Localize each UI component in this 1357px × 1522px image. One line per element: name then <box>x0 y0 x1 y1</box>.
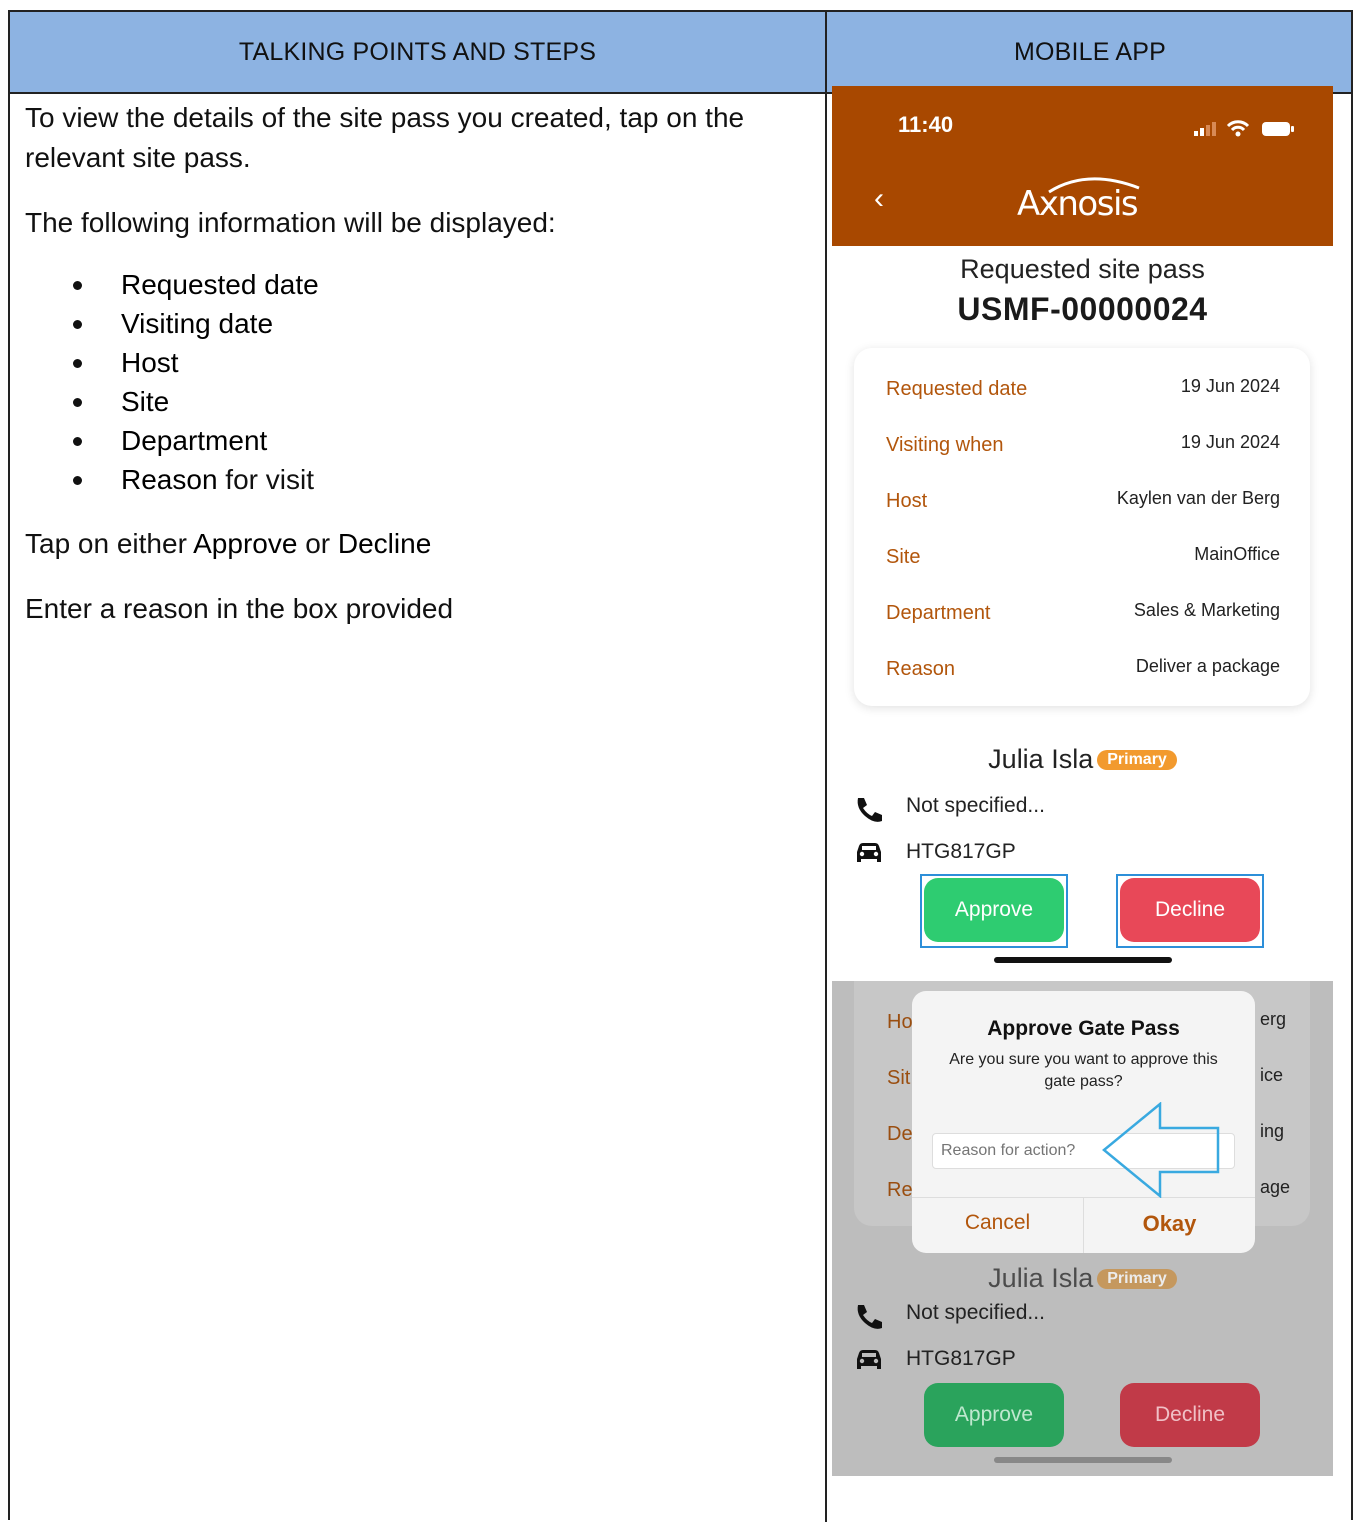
header-mobile-app: MOBILE APP <box>1013 37 1167 66</box>
mobile-app-screenshot: 11:40 ‹ Axnosis Requested site pass USMF… <box>832 86 1333 1476</box>
list-item: Visiting date <box>73 304 815 343</box>
vehicle-value: HTG817GP <box>906 1347 1016 1370</box>
dimmed-approve-button: Approve <box>924 1383 1064 1447</box>
primary-badge: Primary <box>1097 1269 1177 1289</box>
pass-id: USMF-00000024 <box>957 291 1208 327</box>
phone-value: Not specified... <box>906 794 1045 817</box>
dimmed-value: ice <box>1260 1065 1284 1085</box>
detail-value: Kaylen van der Berg <box>1116 488 1280 508</box>
car-icon <box>857 843 881 862</box>
visitor-name: Julia Isla <box>988 744 1094 774</box>
visitor-name: Julia Isla <box>988 1263 1094 1293</box>
axnosis-logo: Axnosis <box>1017 177 1152 230</box>
detail-label: Visiting when <box>886 434 1004 456</box>
following-text: The following information will be displa… <box>25 207 556 238</box>
detail-row: Host Kaylen van der Berg <box>886 488 1280 520</box>
detail-row: Department Sales & Marketing <box>886 600 1280 632</box>
detail-label: Host <box>886 490 928 512</box>
detail-row: Reason Deliver a package <box>886 656 1280 688</box>
home-indicator <box>994 1457 1172 1463</box>
app-header: 11:40 ‹ Axnosis <box>832 86 1333 246</box>
enter-reason-text: Enter a reason in the box provided <box>25 593 454 624</box>
approve-button[interactable]: Approve <box>924 878 1064 942</box>
screen-title: Requested site pass <box>960 254 1205 284</box>
dimmed-label: Sit <box>887 1067 911 1089</box>
dimmed-value: ing <box>1260 1121 1285 1141</box>
dimmed-value: age <box>1260 1177 1291 1197</box>
detail-label: Department <box>886 602 991 624</box>
header-talking-points: TALKING POINTS AND STEPS <box>238 37 597 66</box>
phone-value: Not specified... <box>906 1301 1045 1324</box>
list-item: Host <box>73 343 815 382</box>
status-icons <box>1194 120 1294 137</box>
detail-label: Reason <box>886 658 955 680</box>
talking-points-cell: To view the details of the site pass you… <box>25 98 815 629</box>
phone-icon <box>857 798 882 822</box>
dimmed-label: Re <box>887 1179 913 1201</box>
info-list: Requested date Visiting date Host Site D… <box>25 265 815 499</box>
intro-text: To view the details of the site pass you… <box>25 102 745 173</box>
status-time: 11:40 <box>898 112 954 137</box>
dimmed-decline-button: Decline <box>1120 1383 1260 1447</box>
detail-label: Site <box>886 546 921 568</box>
detail-value: 19 Jun 2024 <box>1180 376 1280 396</box>
detail-value: 19 Jun 2024 <box>1180 432 1280 452</box>
list-item: Site <box>73 382 815 421</box>
list-item: Department <box>73 421 815 460</box>
column-divider <box>825 12 827 1522</box>
table-header-row: TALKING POINTS AND STEPS MOBILE APP <box>10 12 1351 94</box>
back-icon[interactable]: ‹ <box>874 182 884 216</box>
dimmed-label: De <box>887 1123 913 1145</box>
dialog-message: Are you sure you want to approve this ga… <box>949 1051 1218 1090</box>
dialog-title: Approve Gate Pass <box>987 1017 1180 1040</box>
home-indicator <box>994 957 1172 963</box>
detail-row: Site MainOffice <box>886 544 1280 576</box>
car-icon <box>857 1350 881 1369</box>
list-item: Requested date <box>73 265 815 304</box>
okay-button[interactable]: Okay <box>1084 1211 1255 1237</box>
decline-button[interactable]: Decline <box>1120 878 1260 942</box>
detail-value: Sales & Marketing <box>1133 600 1280 620</box>
visitor-name-row: Julia Isla Primary <box>832 744 1333 775</box>
detail-value: Deliver a package <box>1135 656 1280 676</box>
primary-badge: Primary <box>1097 750 1177 770</box>
vehicle-value: HTG817GP <box>906 840 1016 863</box>
detail-value: MainOffice <box>1194 544 1280 564</box>
arrow-left-icon <box>1102 1102 1220 1198</box>
detail-label: Requested date <box>886 378 1028 400</box>
phone-icon <box>857 1305 882 1329</box>
dimmed-value: erg <box>1260 1009 1287 1029</box>
dimmed-label: Ho <box>887 1011 913 1033</box>
details-card: Requested date 19 Jun 2024 Visiting when… <box>854 348 1310 706</box>
cancel-button[interactable]: Cancel <box>912 1211 1083 1235</box>
dialog-screenshot: Ho Sit De Re erg ice ing age Approve Gat… <box>832 981 1333 1476</box>
tap-instruction: Tap on either Approve or Decline <box>25 528 432 559</box>
dimmed-visitor-row: Julia Isla Primary <box>832 1263 1333 1294</box>
list-item: Reason for visit <box>73 460 815 499</box>
detail-row: Requested date 19 Jun 2024 <box>886 376 1280 408</box>
detail-row: Visiting when 19 Jun 2024 <box>886 432 1280 464</box>
